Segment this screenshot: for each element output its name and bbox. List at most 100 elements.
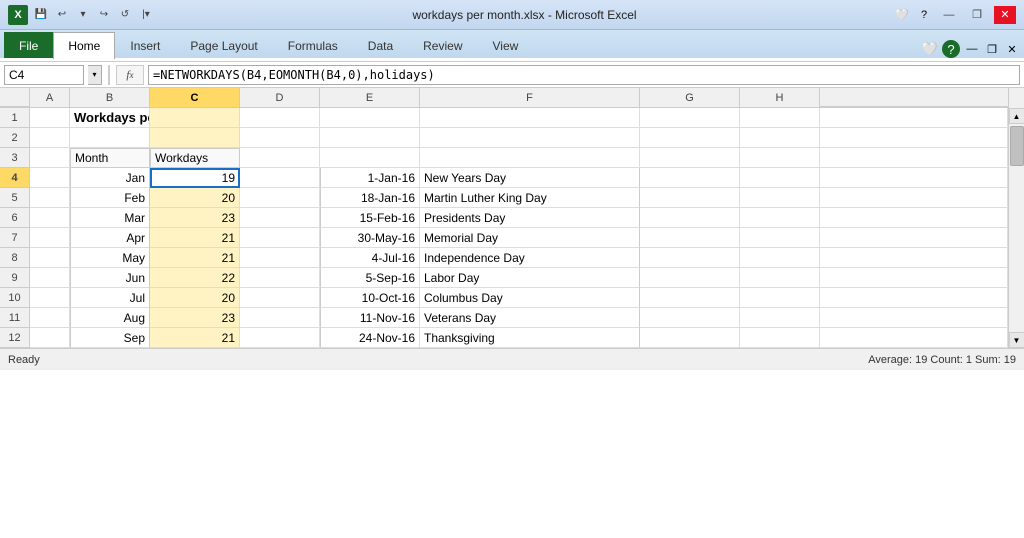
- cell-g9[interactable]: [640, 268, 740, 288]
- cell-a2[interactable]: [30, 128, 70, 148]
- cell-e4[interactable]: 1-Jan-16: [320, 168, 420, 188]
- ribbon-help-icon[interactable]: 🤍: [922, 41, 938, 57]
- cell-g3[interactable]: [640, 148, 740, 168]
- cell-b1[interactable]: Workdays per month: [70, 108, 150, 128]
- close-button[interactable]: ✕: [994, 6, 1016, 24]
- cell-d1[interactable]: [240, 108, 320, 128]
- name-box-dropdown[interactable]: ▾: [88, 65, 102, 85]
- cell-f12[interactable]: Thanksgiving: [420, 328, 640, 348]
- tab-file[interactable]: File: [4, 32, 53, 58]
- cell-d6[interactable]: [240, 208, 320, 228]
- cell-h10[interactable]: [740, 288, 820, 308]
- cell-f1[interactable]: [420, 108, 640, 128]
- row-num-8[interactable]: 8: [0, 248, 30, 268]
- cell-c4[interactable]: 19: [150, 168, 240, 188]
- question-icon[interactable]: ?: [916, 7, 932, 23]
- minimize-button[interactable]: —: [938, 6, 960, 24]
- cell-d8[interactable]: [240, 248, 320, 268]
- cell-h2[interactable]: [740, 128, 820, 148]
- row-num-12[interactable]: 12: [0, 328, 30, 348]
- scroll-thumb[interactable]: [1010, 126, 1024, 166]
- scroll-down-btn[interactable]: ▼: [1009, 332, 1024, 348]
- cell-h6[interactable]: [740, 208, 820, 228]
- cell-g6[interactable]: [640, 208, 740, 228]
- cell-a9[interactable]: [30, 268, 70, 288]
- cell-b5[interactable]: Feb: [70, 188, 150, 208]
- cell-h3[interactable]: [740, 148, 820, 168]
- cell-g8[interactable]: [640, 248, 740, 268]
- cell-h9[interactable]: [740, 268, 820, 288]
- cell-c8[interactable]: 21: [150, 248, 240, 268]
- vertical-scrollbar[interactable]: ▲ ▼: [1008, 108, 1024, 348]
- cell-f4[interactable]: New Years Day: [420, 168, 640, 188]
- cell-e10[interactable]: 10-Oct-16: [320, 288, 420, 308]
- col-header-h[interactable]: H: [740, 88, 820, 107]
- cell-d2[interactable]: [240, 128, 320, 148]
- ribbon-restore-icon[interactable]: ❐: [984, 41, 1000, 57]
- fx-button[interactable]: fx: [116, 65, 144, 85]
- cell-e3[interactable]: [320, 148, 420, 168]
- cell-b11[interactable]: Aug: [70, 308, 150, 328]
- redo-btn[interactable]: ↪: [95, 6, 113, 24]
- row-num-4[interactable]: 4: [0, 168, 30, 188]
- cell-c1[interactable]: [150, 108, 240, 128]
- row-num-1[interactable]: 1: [0, 108, 30, 128]
- cell-h12[interactable]: [740, 328, 820, 348]
- cell-b10[interactable]: Jul: [70, 288, 150, 308]
- cell-g2[interactable]: [640, 128, 740, 148]
- row-num-2[interactable]: 2: [0, 128, 30, 148]
- cell-b8[interactable]: May: [70, 248, 150, 268]
- col-header-b[interactable]: B: [70, 88, 150, 107]
- cell-b6[interactable]: Mar: [70, 208, 150, 228]
- cell-f5[interactable]: Martin Luther King Day: [420, 188, 640, 208]
- cell-f3[interactable]: [420, 148, 640, 168]
- col-header-d[interactable]: D: [240, 88, 320, 107]
- refresh-btn[interactable]: ↺: [116, 6, 134, 24]
- cell-c12[interactable]: 21: [150, 328, 240, 348]
- cell-b2[interactable]: [70, 128, 150, 148]
- cell-e7[interactable]: 30-May-16: [320, 228, 420, 248]
- cell-a7[interactable]: [30, 228, 70, 248]
- cell-d4[interactable]: [240, 168, 320, 188]
- cell-e8[interactable]: 4-Jul-16: [320, 248, 420, 268]
- cell-f9[interactable]: Labor Day: [420, 268, 640, 288]
- cell-c6[interactable]: 23: [150, 208, 240, 228]
- cell-d9[interactable]: [240, 268, 320, 288]
- cell-d5[interactable]: [240, 188, 320, 208]
- cell-e2[interactable]: [320, 128, 420, 148]
- cell-g7[interactable]: [640, 228, 740, 248]
- row-num-10[interactable]: 10: [0, 288, 30, 308]
- restore-button[interactable]: ❐: [966, 6, 988, 24]
- row-num-3[interactable]: 3: [0, 148, 30, 168]
- undo-dropdown[interactable]: ▾: [74, 6, 92, 24]
- cell-e6[interactable]: 15-Feb-16: [320, 208, 420, 228]
- cell-a8[interactable]: [30, 248, 70, 268]
- col-header-f[interactable]: F: [420, 88, 640, 107]
- cell-a6[interactable]: [30, 208, 70, 228]
- cell-h4[interactable]: [740, 168, 820, 188]
- cell-g12[interactable]: [640, 328, 740, 348]
- cell-b4[interactable]: Jan: [70, 168, 150, 188]
- cell-h7[interactable]: [740, 228, 820, 248]
- cell-h11[interactable]: [740, 308, 820, 328]
- ribbon-close-icon[interactable]: ✕: [1004, 41, 1020, 57]
- tab-review[interactable]: Review: [408, 32, 477, 58]
- help-icon[interactable]: 🤍: [894, 7, 910, 23]
- tab-formulas[interactable]: Formulas: [273, 32, 353, 58]
- cell-f7[interactable]: Memorial Day: [420, 228, 640, 248]
- name-box[interactable]: C4: [4, 65, 84, 85]
- cell-f6[interactable]: Presidents Day: [420, 208, 640, 228]
- row-num-7[interactable]: 7: [0, 228, 30, 248]
- cell-b3[interactable]: Month: [70, 148, 150, 168]
- cell-b12[interactable]: Sep: [70, 328, 150, 348]
- cell-a4[interactable]: [30, 168, 70, 188]
- cell-d11[interactable]: [240, 308, 320, 328]
- formula-input[interactable]: [148, 65, 1020, 85]
- ribbon-question-icon[interactable]: ?: [942, 40, 960, 58]
- undo-btn[interactable]: ↩: [53, 6, 71, 24]
- cell-f8[interactable]: Independence Day: [420, 248, 640, 268]
- cell-g10[interactable]: [640, 288, 740, 308]
- tab-insert[interactable]: Insert: [115, 32, 175, 58]
- cell-a12[interactable]: [30, 328, 70, 348]
- cell-e12[interactable]: 24-Nov-16: [320, 328, 420, 348]
